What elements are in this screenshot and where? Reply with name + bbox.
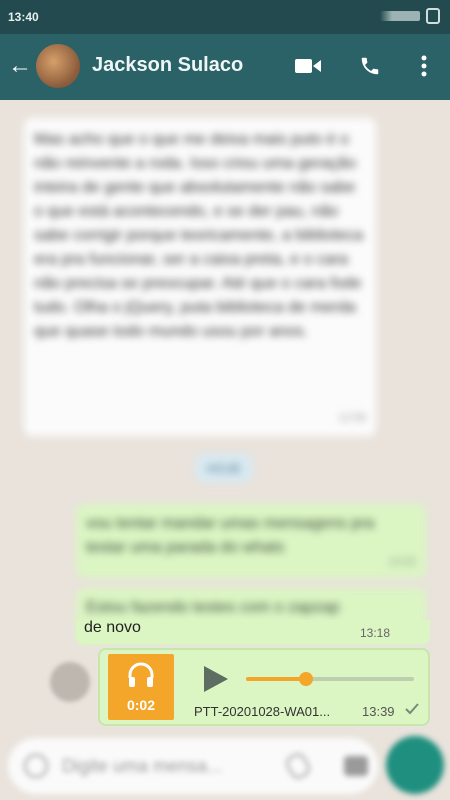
video-call-icon[interactable] — [294, 52, 322, 80]
battery-icon — [426, 8, 440, 24]
outgoing-message: vou tentar mandar umas mensagens pra tes… — [76, 504, 426, 578]
status-bar: 13:40 — [0, 0, 450, 34]
play-icon[interactable] — [200, 664, 230, 694]
audio-seekbar[interactable] — [246, 672, 414, 686]
message-input-placeholder: Digite uma mensa... — [62, 756, 223, 776]
sent-check-icon — [404, 702, 420, 721]
voice-call-icon[interactable] — [356, 52, 384, 80]
outgoing-message-text: Estou fazendo testes com o zapzap — [86, 599, 340, 616]
camera-icon[interactable] — [344, 756, 368, 776]
emoji-icon[interactable] — [24, 754, 48, 778]
scroll-down-button[interactable] — [50, 662, 90, 702]
incoming-message-text: Mas acho que o que me deixa mais puto é … — [34, 131, 364, 340]
incoming-message-time: 12:58 — [338, 412, 366, 424]
audio-time: 13:39 — [362, 704, 395, 719]
contact-name[interactable]: Jackson Sulaco — [92, 54, 243, 77]
more-options-icon[interactable] — [410, 52, 438, 80]
date-chip: HOJE — [196, 454, 252, 482]
audio-message[interactable]: 0:02 PTT-20201028-WA01... 13:39 — [98, 648, 430, 726]
status-time: 13:40 — [8, 10, 39, 24]
status-icons — [380, 8, 440, 24]
attach-icon[interactable] — [283, 750, 313, 782]
audio-thumbnail: 0:02 — [108, 654, 174, 720]
seek-handle[interactable] — [299, 672, 314, 686]
audio-progress — [246, 677, 307, 681]
chat-header: ← Jackson Sulaco — [0, 34, 450, 100]
composer-bar: Digite uma mensa... — [0, 732, 450, 800]
mic-button[interactable] — [386, 736, 444, 794]
outgoing-message-text: vou tentar mandar umas mensagens pra tes… — [86, 515, 375, 556]
message-input[interactable]: Digite uma mensa... — [8, 738, 378, 794]
incoming-message: Mas acho que o que me deixa mais puto é … — [24, 118, 376, 436]
signal-icon — [380, 11, 420, 21]
contact-avatar[interactable] — [36, 44, 80, 88]
outgoing-message-time: 13:18 — [360, 626, 391, 640]
back-arrow-icon[interactable]: ← — [8, 54, 32, 78]
headphones-icon — [127, 662, 155, 693]
chat-area[interactable]: Mas acho que o que me deixa mais puto é … — [0, 100, 450, 740]
outgoing-message-time: 13:02 — [388, 556, 416, 568]
audio-filename: PTT-20201028-WA01... — [194, 704, 331, 719]
outgoing-message-text: de novo — [84, 619, 141, 636]
audio-duration: 0:02 — [126, 696, 156, 713]
